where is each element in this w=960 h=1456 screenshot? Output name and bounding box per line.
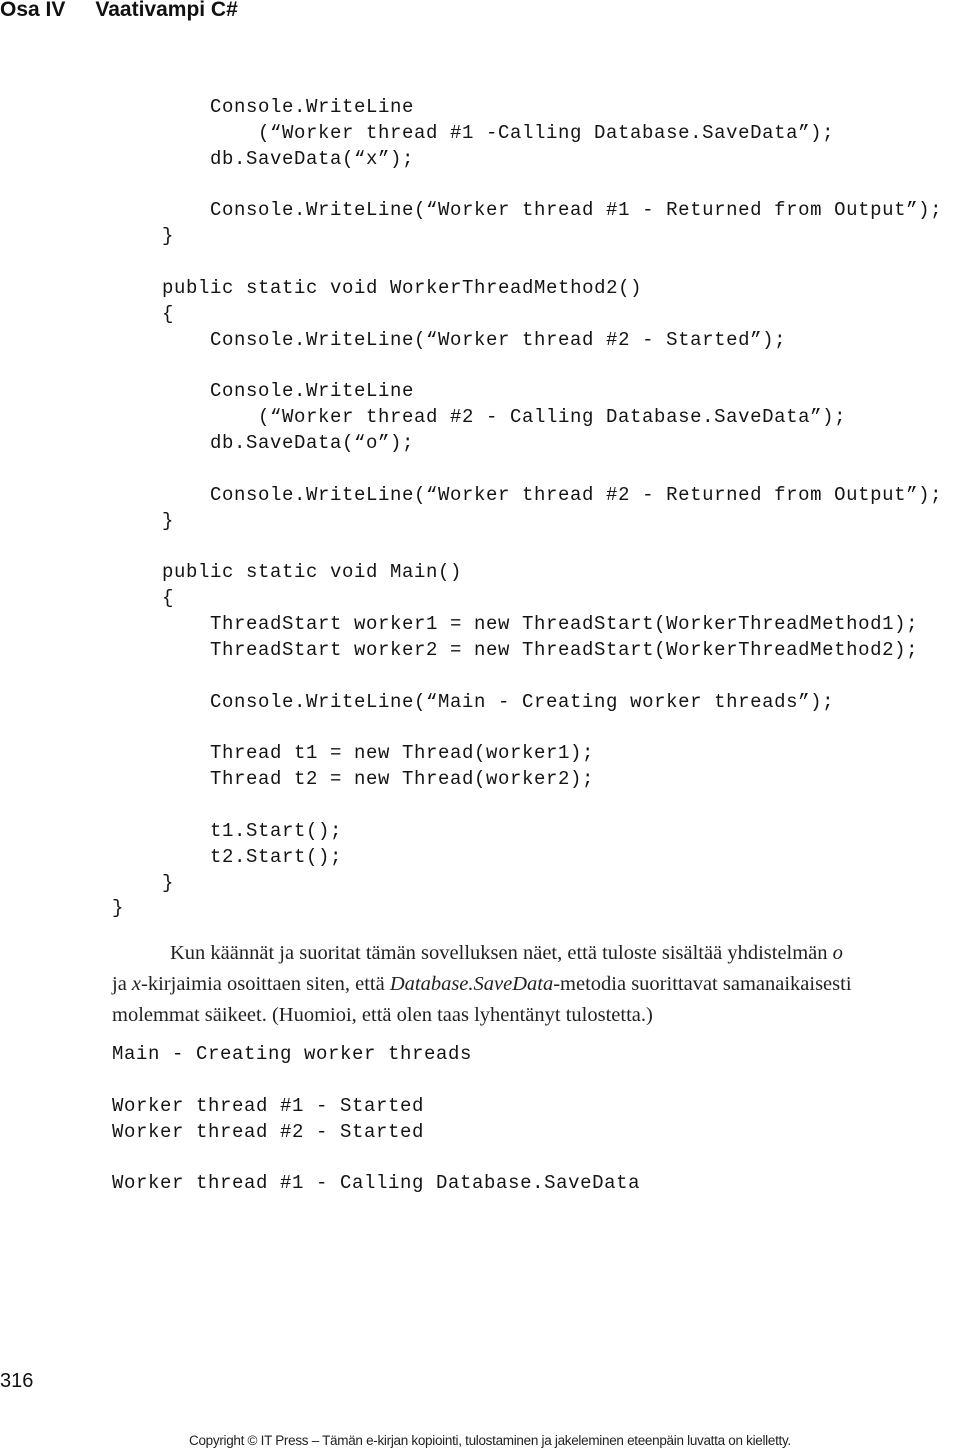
- copyright-footer: Copyright © IT Press – Tämän e-kirjan ko…: [189, 1433, 791, 1448]
- code-line: Console.WriteLine(“Worker thread #2 - Re…: [210, 483, 943, 506]
- output-line: Worker thread #2 - Started: [112, 1120, 425, 1143]
- paragraph-text: ja: [112, 973, 132, 995]
- code-line: public static void Main(): [162, 561, 463, 584]
- code-line: {: [162, 587, 175, 610]
- code-line: ThreadStart worker2 = new ThreadStart(Wo…: [210, 638, 919, 661]
- code-line: ThreadStart worker1 = new ThreadStart(Wo…: [210, 613, 919, 635]
- paragraph-text: -metodia suorittavat samanaikaisesti: [553, 973, 852, 995]
- body-paragraph: Kun käännät ja suoritat tämän sovellukse…: [112, 938, 960, 1031]
- code-line: Console.WriteLine(“Worker thread #2 - St…: [210, 328, 787, 351]
- italic-method-name: Database.SaveData: [389, 973, 554, 995]
- paragraph-line-1: Kun käännät ja suoritat tämän sovellukse…: [170, 942, 833, 964]
- running-header: Osa IV Vaativampi C#: [0, 0, 238, 22]
- output-line: Worker thread #1 - Calling Database.Save…: [112, 1172, 641, 1195]
- chapter-title: Vaativampi C#: [95, 0, 238, 21]
- code-line: }: [112, 897, 125, 920]
- code-line: public static void WorkerThreadMethod2(): [162, 276, 643, 299]
- output-line: Main - Creating worker threads: [112, 1043, 473, 1065]
- code-line: db.SaveData(“x”);: [210, 147, 415, 170]
- code-line: {: [162, 302, 175, 325]
- page-number: 316: [0, 1370, 34, 1392]
- paragraph-text: -kirjaimia osoittaen siten, että: [141, 973, 390, 995]
- code-line: Thread t2 = new Thread(worker2);: [210, 768, 595, 791]
- code-line: t1.Start();: [210, 819, 343, 842]
- code-line: Console.WriteLine(“Main - Creating worke…: [210, 690, 835, 713]
- code-line: Thread t1 = new Thread(worker1);: [210, 742, 595, 765]
- code-line: (“Worker thread #2 - Calling Database.Sa…: [258, 406, 847, 429]
- code-line: t2.Start();: [210, 845, 343, 868]
- code-line: Console.WriteLine: [210, 96, 415, 118]
- code-line: Console.WriteLine(“Worker thread #1 - Re…: [210, 199, 943, 222]
- code-line: (“Worker thread #1 -Calling Database.Sav…: [258, 121, 835, 144]
- code-line: }: [162, 871, 175, 894]
- code-line: }: [162, 509, 175, 532]
- output-line: Worker thread #1 - Started: [112, 1094, 425, 1117]
- code-line: }: [162, 225, 175, 248]
- paragraph-line-3: molemmat säikeet. (Huomioi, että olen ta…: [112, 1004, 653, 1026]
- part-label: Osa IV: [0, 0, 66, 21]
- code-line: db.SaveData(“o”);: [210, 432, 415, 455]
- italic-x: x: [131, 973, 142, 995]
- code-line: Console.WriteLine: [210, 380, 415, 403]
- italic-o: o: [832, 942, 843, 964]
